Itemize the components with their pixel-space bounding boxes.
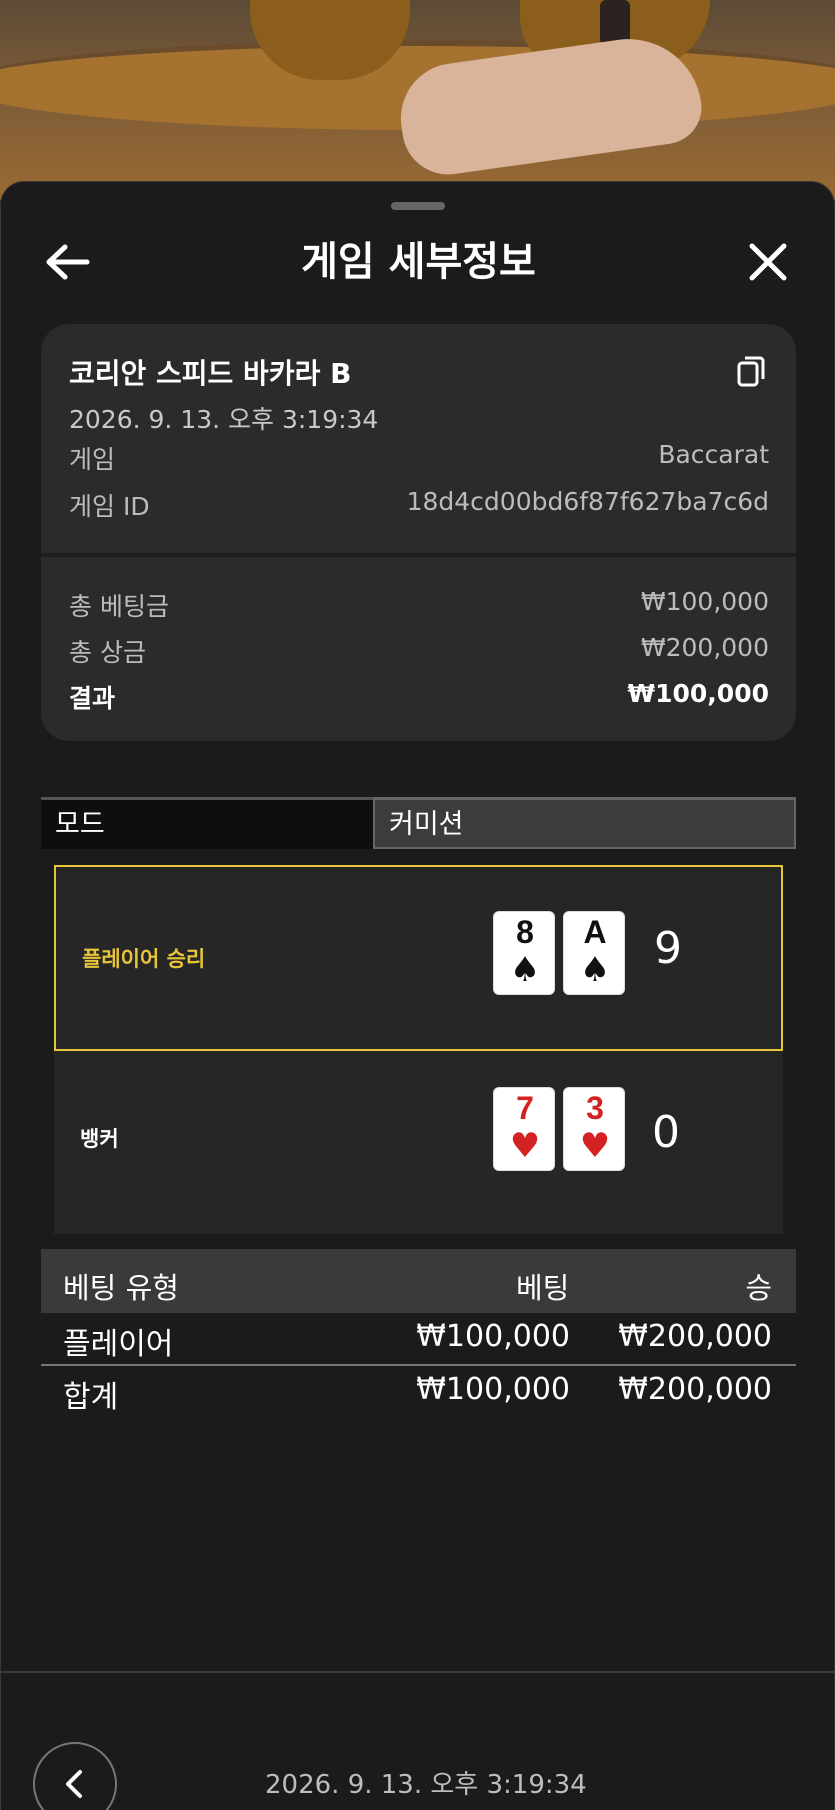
page-title: 게임 세부정보 bbox=[301, 239, 536, 285]
card-rank: 3 bbox=[586, 1090, 604, 1126]
result-row: 결과 ₩100,000 bbox=[69, 679, 769, 713]
total-bet-label: 총 베팅금 bbox=[69, 592, 169, 621]
total-win-label: 총 상금 bbox=[69, 638, 146, 667]
heart-icon: ♥ bbox=[509, 1126, 541, 1166]
bet-table-header: 베팅 유형 베팅 승 bbox=[41, 1249, 796, 1313]
col-bet: 베팅 bbox=[516, 1271, 570, 1305]
banker-score: 0 bbox=[652, 1107, 680, 1158]
col-bet-type: 베팅 유형 bbox=[63, 1271, 179, 1305]
card-divider bbox=[41, 553, 796, 557]
view-tabs: 모드 커미션 bbox=[41, 797, 796, 849]
game-name: 코리안 스피드 바카라 B bbox=[69, 357, 352, 390]
playing-card: 3 ♥ bbox=[563, 1087, 625, 1171]
player-score: 9 bbox=[654, 923, 682, 974]
header: 게임 세부정보 bbox=[1, 232, 835, 292]
total-label: 합계 bbox=[63, 1380, 119, 1415]
playing-card: 8 ♠ bbox=[493, 911, 555, 995]
footer-date: 2026. 9. 13. 오후 3:19:34 bbox=[265, 1770, 587, 1800]
tab-commission[interactable]: 커미션 bbox=[373, 797, 796, 849]
total-bet-row: 총 베팅금 ₩100,000 bbox=[69, 587, 769, 621]
bet-amount-cell: ₩100,000 bbox=[416, 1319, 570, 1354]
total-bet-value: ₩100,000 bbox=[640, 587, 769, 616]
banker-label: 뱅커 bbox=[80, 1127, 119, 1151]
win-amount-cell: ₩200,000 bbox=[618, 1319, 772, 1354]
card-rank: 7 bbox=[516, 1090, 534, 1126]
total-win-value: ₩200,000 bbox=[640, 633, 769, 662]
col-win: 승 bbox=[745, 1271, 772, 1305]
spade-icon: ♠ bbox=[509, 950, 541, 990]
card-rank: 8 bbox=[516, 914, 534, 950]
arrow-left-icon[interactable] bbox=[45, 242, 91, 282]
game-label: 게임 bbox=[69, 445, 116, 474]
game-summary-card: 코리안 스피드 바카라 B 2026. 9. 13. 오후 3:19:34 게임… bbox=[41, 324, 796, 741]
sheet-grabber[interactable] bbox=[391, 202, 445, 210]
total-bet-cell: ₩100,000 bbox=[416, 1372, 570, 1407]
playing-card: 7 ♥ bbox=[493, 1087, 555, 1171]
heart-icon: ♥ bbox=[579, 1126, 611, 1166]
game-value: Baccarat bbox=[658, 440, 769, 469]
bet-type-cell: 플레이어 bbox=[63, 1327, 174, 1362]
player-result-label: 플레이어 승리 bbox=[82, 947, 206, 971]
total-win-row: 총 상금 ₩200,000 bbox=[69, 633, 769, 667]
chevron-left-icon[interactable] bbox=[33, 1742, 117, 1810]
player-hand: 플레이어 승리 8 ♠ A ♠ 9 bbox=[54, 865, 783, 1051]
close-icon[interactable] bbox=[746, 240, 790, 284]
result-label: 결과 bbox=[69, 684, 116, 713]
playing-card: A ♠ bbox=[563, 911, 625, 995]
game-row: 게임 Baccarat bbox=[69, 440, 769, 474]
game-details-sheet: 게임 세부정보 코리안 스피드 바카라 B 2026. 9. 13. 오후 3:… bbox=[0, 181, 835, 1810]
game-id-label: 게임 ID bbox=[69, 492, 150, 521]
total-row: 합계 ₩100,000 ₩200,000 bbox=[41, 1366, 796, 1416]
banker-hand: 뱅커 7 ♥ 3 ♥ 0 bbox=[54, 1051, 783, 1234]
result-value: ₩100,000 bbox=[627, 679, 769, 708]
table-row: 플레이어 ₩100,000 ₩200,000 bbox=[41, 1313, 796, 1363]
game-date: 2026. 9. 13. 오후 3:19:34 bbox=[69, 405, 379, 434]
game-id-row: 게임 ID 18d4cd00bd6f87f627ba7c6d bbox=[69, 487, 769, 521]
live-video-background bbox=[0, 0, 835, 200]
copy-icon[interactable] bbox=[736, 354, 766, 388]
total-win-cell: ₩200,000 bbox=[618, 1372, 772, 1407]
card-rank: A bbox=[583, 914, 607, 950]
game-id-value: 18d4cd00bd6f87f627ba7c6d bbox=[406, 487, 769, 516]
spade-icon: ♠ bbox=[579, 950, 611, 990]
tab-mode[interactable]: 모드 bbox=[41, 797, 373, 849]
footer-divider bbox=[1, 1671, 835, 1673]
